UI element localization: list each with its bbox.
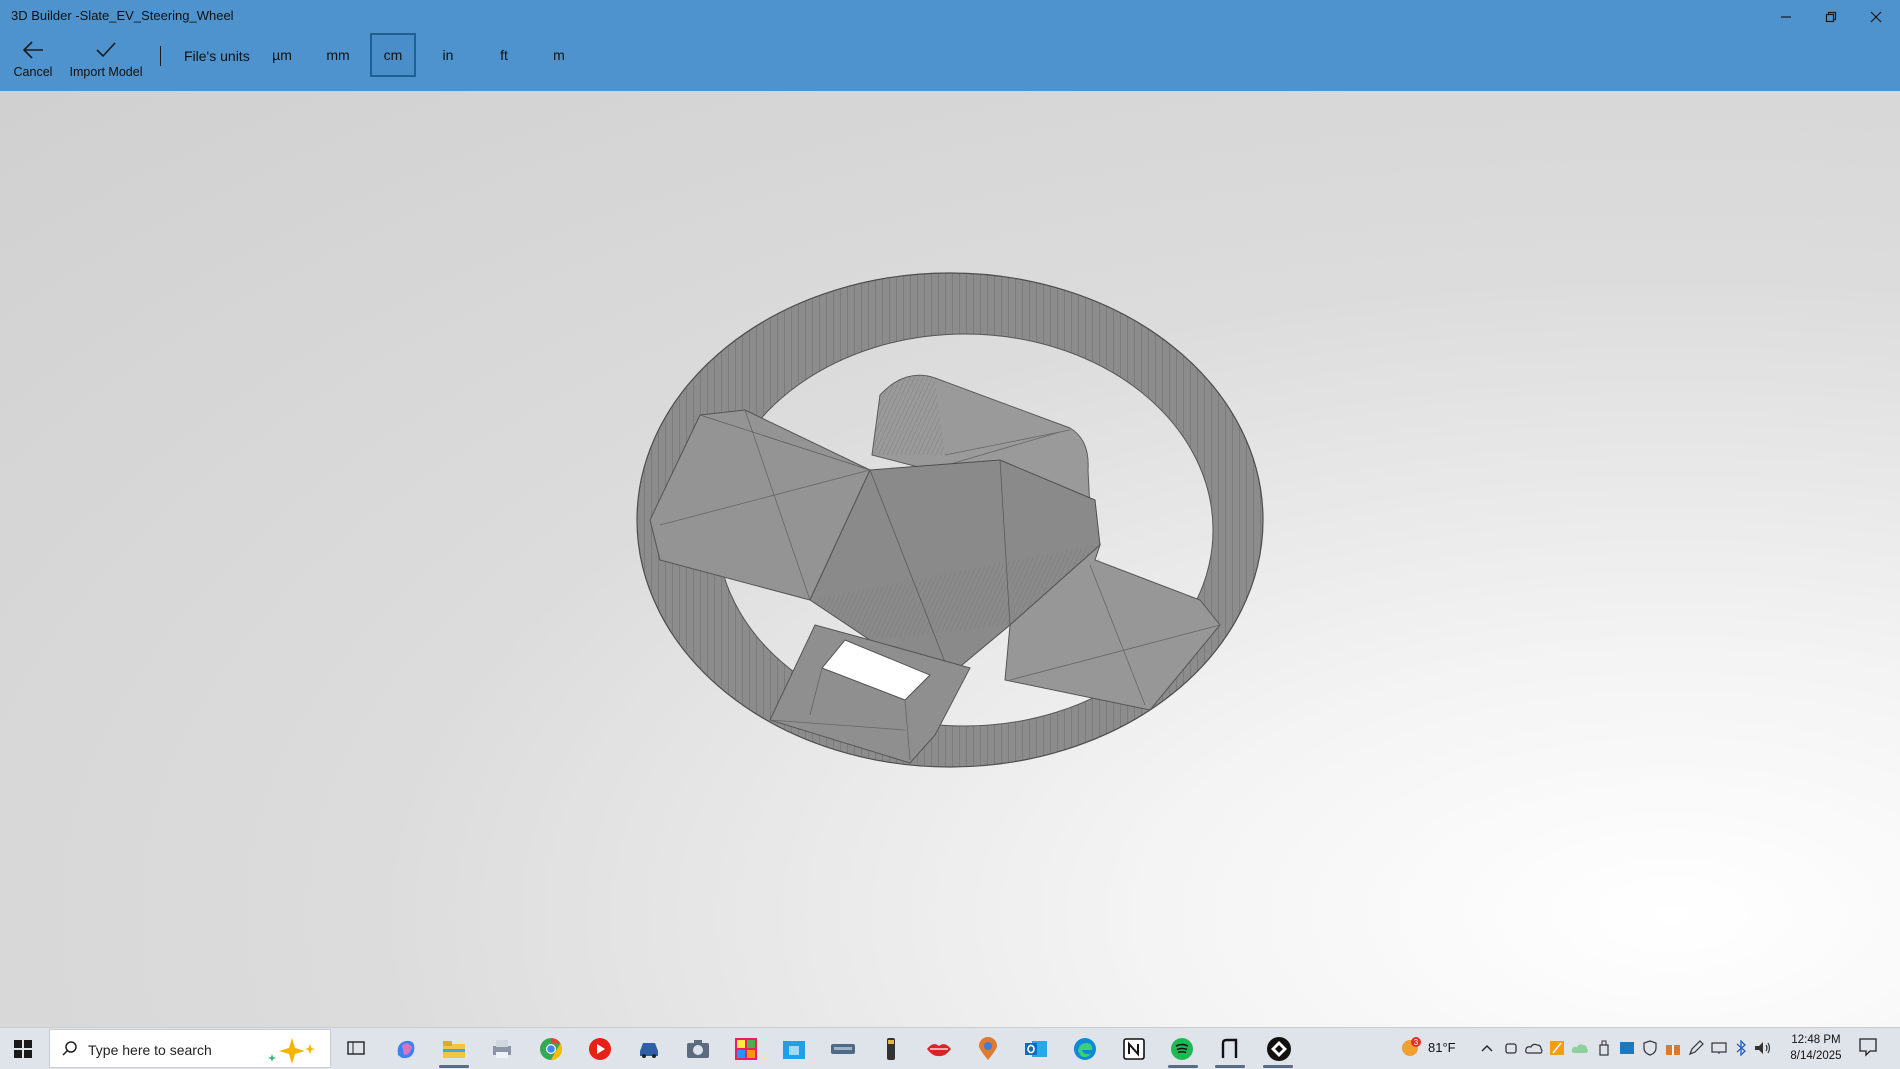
printer-app-icon[interactable] [488, 1035, 516, 1063]
restore-button[interactable] [1809, 3, 1853, 31]
file-explorer-icon[interactable] [440, 1035, 468, 1063]
clock-time: 12:48 PM [1791, 1034, 1841, 1046]
text-app-icon[interactable] [1216, 1035, 1244, 1063]
window-title: 3D Builder -Slate_EV_Steering_Wheel [11, 8, 234, 23]
minimize-icon [1781, 16, 1791, 18]
file-units-label: File's units [184, 48, 250, 64]
weather-temperature: 81°F [1428, 1039, 1456, 1055]
volume-icon[interactable] [1753, 1038, 1773, 1058]
security-shield-icon[interactable] [1640, 1038, 1660, 1058]
import-model-button[interactable]: Import Model [70, 40, 142, 79]
chevron-up-icon[interactable] [1477, 1038, 1497, 1058]
chrome-icon[interactable] [537, 1035, 565, 1063]
steering-wheel-model[interactable] [0, 91, 1900, 1027]
onedrive-cloud-icon[interactable] [1524, 1038, 1544, 1058]
unit-micrometer[interactable]: µm [259, 33, 305, 77]
meet-now-icon[interactable] [1501, 1038, 1521, 1058]
copilot-icon[interactable] [392, 1035, 420, 1063]
search-icon [62, 1041, 77, 1056]
unit-foot[interactable]: ft [481, 33, 527, 77]
network-icon[interactable] [1709, 1038, 1729, 1058]
restore-icon [1825, 11, 1837, 23]
task-view-icon[interactable] [342, 1035, 370, 1063]
clock-date: 8/14/2025 [1790, 1050, 1842, 1062]
close-icon [1870, 11, 1882, 23]
windows-logo-icon [14, 1040, 32, 1058]
store-app-icon[interactable] [780, 1035, 808, 1063]
notion-icon[interactable] [1120, 1035, 1148, 1063]
taskbar-search-box[interactable]: Type here to search [49, 1029, 331, 1068]
notification-center-icon[interactable] [1858, 1037, 1878, 1062]
toolbar-divider [160, 46, 161, 66]
unit-centimeter[interactable]: cm [370, 33, 416, 77]
3d-builder-icon[interactable] [1265, 1035, 1293, 1063]
car-app-icon[interactable] [635, 1035, 663, 1063]
start-button[interactable] [8, 1036, 38, 1062]
unit-millimeter[interactable]: mm [315, 33, 361, 77]
taskbar: Type here to search 3 81°F 12:48 PM 8/14… [0, 1027, 1900, 1069]
display-app-icon[interactable] [1617, 1038, 1637, 1058]
checkmark-icon [96, 42, 116, 58]
3d-viewport[interactable] [0, 91, 1900, 1027]
minimize-button[interactable] [1764, 3, 1808, 31]
gift-app-icon[interactable] [1663, 1038, 1683, 1058]
unit-meter[interactable]: m [536, 33, 582, 77]
tiles-app-icon[interactable] [732, 1035, 760, 1063]
cancel-label: Cancel [13, 65, 53, 79]
unit-inch[interactable]: in [425, 33, 471, 77]
pen-settings-icon[interactable] [1686, 1038, 1706, 1058]
camera-icon[interactable] [684, 1035, 712, 1063]
weather-sun-icon: 3 [1402, 1037, 1421, 1056]
outlook-icon[interactable] [1022, 1035, 1050, 1063]
search-placeholder: Type here to search [88, 1042, 212, 1058]
orange-app-tray-icon[interactable] [1547, 1038, 1567, 1058]
keyboard-app-icon[interactable] [829, 1035, 857, 1063]
lips-app-icon[interactable] [925, 1035, 953, 1063]
youtube-music-icon[interactable] [586, 1035, 614, 1063]
weather-badge: 3 [1414, 1038, 1419, 1047]
cancel-button[interactable]: Cancel [3, 40, 63, 79]
close-button[interactable] [1854, 3, 1898, 31]
app-bar: 3D Builder -Slate_EV_Steering_Wheel Canc… [0, 0, 1900, 91]
import-model-label: Import Model [69, 65, 143, 79]
usb-device-icon[interactable] [1594, 1038, 1614, 1058]
flashlight-app-icon[interactable] [877, 1035, 905, 1063]
bluetooth-icon[interactable] [1731, 1038, 1751, 1058]
weather-widget[interactable]: 3 81°F [1400, 1036, 1456, 1058]
edge-icon[interactable] [1071, 1035, 1099, 1063]
maps-app-icon[interactable] [974, 1035, 1002, 1063]
back-arrow-icon [22, 41, 43, 59]
system-clock[interactable]: 12:48 PM 8/14/2025 [1780, 1032, 1852, 1064]
sync-cloud-icon[interactable] [1570, 1038, 1590, 1058]
sparkle-icon [268, 1038, 315, 1064]
spotify-icon[interactable] [1168, 1035, 1196, 1063]
